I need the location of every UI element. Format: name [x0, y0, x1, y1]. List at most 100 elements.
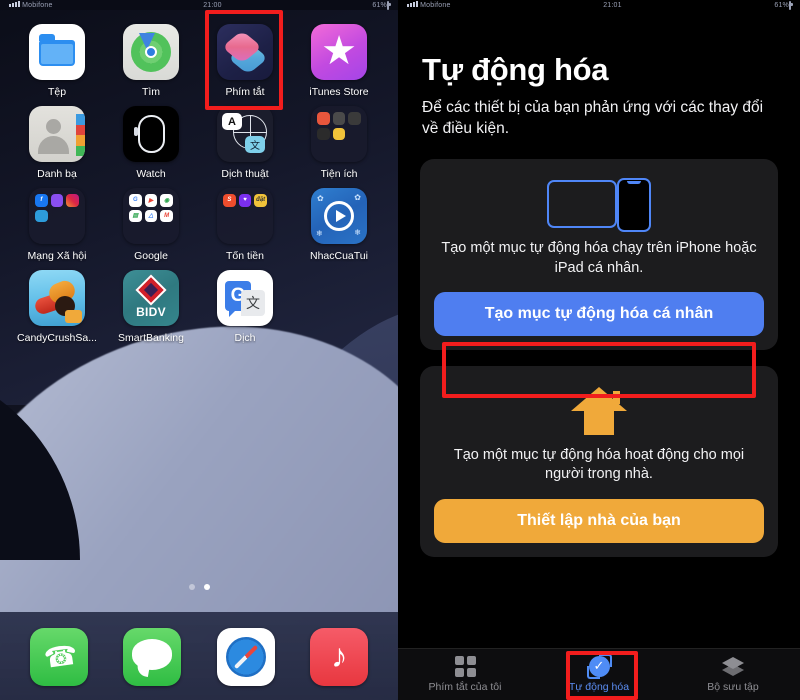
screenshot-root: Mobifone 21:00 61% Tệp Tìm Phím tắt ★ iT…	[0, 0, 800, 700]
utilities-folder-icon	[311, 106, 367, 162]
tab-label: Bộ sưu tập	[707, 681, 759, 693]
app-icon-dich-thuat[interactable]: A文 Dịch thuật	[198, 98, 292, 180]
bottom-tab-bar: Phím tắt của tôi ✓ Tự động hóa Bộ sưu tậ…	[398, 648, 800, 700]
app-cell-empty	[292, 262, 386, 344]
social-folder-icon: f	[29, 188, 85, 244]
status-bar-right-group: 61%	[774, 0, 791, 10]
home-automation-card: Tạo một mục tự động hóa hoạt động cho mọ…	[420, 366, 778, 557]
battery-pct-label: 61%	[372, 1, 387, 9]
status-bar-left-group: Mobifone	[407, 1, 451, 9]
page-subtitle: Để các thiết bị của bạn phản ứng với các…	[422, 99, 764, 138]
tab-label: Phím tắt của tôi	[428, 681, 502, 693]
page-dot[interactable]	[188, 584, 195, 590]
google-folder-icon: G ▶ ◉ ▤ △ M	[123, 188, 179, 244]
page-indicator[interactable]	[0, 584, 398, 590]
grid-icon	[454, 655, 476, 677]
page-title: Tự động hóa	[422, 52, 609, 87]
signal-bars-icon	[407, 1, 418, 7]
app-icon-nhaccuatui[interactable]: ✿ ✿ ❄ ❄ NhacCuaTui	[292, 180, 386, 262]
app-label: Mạng Xã hội	[27, 250, 87, 262]
app-icon-dich[interactable]: G文 Dịch	[198, 262, 292, 344]
app-label: NhacCuaTui	[310, 250, 368, 262]
music-icon[interactable]: ♪	[310, 628, 369, 686]
app-label: Phím tắt	[225, 86, 265, 98]
app-folder-google[interactable]: G ▶ ◉ ▤ △ M Google	[104, 180, 198, 262]
home-screen-app-grid: Tệp Tìm Phím tắt ★ iTunes Store Danh bạ …	[0, 0, 398, 344]
automation-header: Tự động hóa Để các thiết bị của bạn phản…	[398, 0, 800, 139]
signal-bars-icon	[9, 1, 20, 7]
app-label: Tìm	[141, 86, 161, 98]
app-icon-itunes-store[interactable]: ★ iTunes Store	[292, 16, 386, 98]
ios-home-screen-panel: Mobifone 21:00 61% Tệp Tìm Phím tắt ★ iT…	[0, 0, 398, 700]
watch-icon	[123, 106, 179, 162]
setup-home-button[interactable]: Thiết lập nhà của bạn	[434, 498, 764, 543]
cards-container: Tạo một mục tự động hóa chạy trên iPhone…	[398, 159, 800, 557]
shopping-folder-icon: S ♥ đặt	[217, 188, 273, 244]
nhaccuatui-icon: ✿ ✿ ❄ ❄	[311, 188, 367, 244]
app-label: Tiện ích	[320, 168, 358, 180]
devices-illustration-icon	[434, 175, 764, 233]
card-description: Tạo một mục tự động hóa chạy trên iPhone…	[441, 240, 757, 276]
bidv-smartbanking-icon: BIDV	[123, 270, 179, 326]
files-icon	[29, 24, 85, 80]
tab-automation[interactable]: ✓ Tự động hóa	[532, 653, 666, 693]
app-icon-smartbanking[interactable]: BIDV SmartBanking	[104, 262, 198, 344]
app-row: CandyCrushSa... BIDV SmartBanking G文 Dịc…	[10, 262, 388, 344]
personal-automation-card: Tạo một mục tự động hóa chạy trên iPhone…	[420, 159, 778, 350]
safari-icon[interactable]	[216, 628, 275, 686]
status-bar-right-group: 61%	[372, 0, 389, 10]
battery-icon	[387, 0, 389, 10]
clock-label: 21:00	[203, 1, 222, 9]
shortcuts-icon	[217, 24, 273, 80]
app-label: Tệp	[47, 86, 67, 98]
candy-crush-icon	[29, 270, 85, 326]
app-label: Dịch	[234, 332, 256, 344]
clock-label: 21:01	[603, 1, 622, 9]
app-icon-candy-crush[interactable]: CandyCrushSa...	[10, 262, 104, 344]
app-label: Watch	[136, 168, 166, 180]
google-translate-icon: G文	[217, 270, 273, 326]
itunes-store-icon: ★	[311, 24, 367, 80]
home-illustration-icon	[434, 382, 764, 440]
status-bar-left: Mobifone 21:00 61%	[0, 0, 398, 10]
translate-icon: A文	[217, 106, 273, 162]
messages-icon[interactable]	[123, 628, 182, 686]
gallery-stack-icon	[722, 655, 744, 677]
battery-pct-label: 61%	[774, 1, 789, 9]
phone-icon[interactable]: ☎	[29, 628, 88, 686]
app-icon-phim-tat[interactable]: Phím tắt	[198, 16, 292, 98]
status-bar-right: Mobifone 21:01 61%	[398, 0, 800, 10]
app-label: Dịch thuật	[221, 168, 269, 180]
tab-my-shortcuts[interactable]: Phím tắt của tôi	[398, 655, 532, 693]
page-dot-active[interactable]	[203, 584, 210, 590]
app-label: iTunes Store	[309, 86, 369, 98]
app-label: Danh bạ	[37, 168, 77, 180]
app-folder-mang-xa-hoi[interactable]: f Mạng Xã hội	[10, 180, 104, 262]
find-my-icon	[123, 24, 179, 80]
status-bar-left-group: Mobifone	[9, 1, 53, 9]
dock: ☎ ♪	[0, 628, 398, 686]
contacts-icon	[29, 106, 85, 162]
app-row: Danh bạ Watch A文 Dịch thuật Tiện ích	[10, 98, 388, 180]
app-folder-ton-tien[interactable]: S ♥ đặt Tốn tiền	[198, 180, 292, 262]
tab-label: Tự động hóa	[568, 681, 630, 693]
app-icon-tep[interactable]: Tệp	[10, 16, 104, 98]
automation-check-icon: ✓	[586, 653, 612, 679]
app-row: f Mạng Xã hội G ▶ ◉ ▤ △ M Google S ♥ đặt…	[10, 180, 388, 262]
app-label: SmartBanking	[118, 332, 184, 344]
app-row: Tệp Tìm Phím tắt ★ iTunes Store	[10, 16, 388, 98]
app-icon-watch[interactable]: Watch	[104, 98, 198, 180]
app-label: Google	[134, 250, 168, 262]
battery-icon	[789, 0, 791, 10]
app-icon-tim[interactable]: Tìm	[104, 16, 198, 98]
shortcuts-automation-panel: Mobifone 21:01 61% Tự động hóa Để các th…	[398, 0, 800, 700]
app-folder-tien-ich[interactable]: Tiện ích	[292, 98, 386, 180]
app-label: CandyCrushSa...	[17, 332, 97, 344]
tab-gallery[interactable]: Bộ sưu tập	[666, 655, 800, 693]
card-description: Tạo một mục tự động hóa hoạt động cho mọ…	[453, 447, 745, 483]
app-label: Tốn tiền	[226, 250, 264, 262]
carrier-label: Mobifone	[22, 2, 53, 9]
carrier-label: Mobifone	[420, 2, 451, 9]
app-icon-danh-ba[interactable]: Danh bạ	[10, 98, 104, 180]
create-personal-automation-button[interactable]: Tạo mục tự động hóa cá nhân	[434, 292, 764, 336]
